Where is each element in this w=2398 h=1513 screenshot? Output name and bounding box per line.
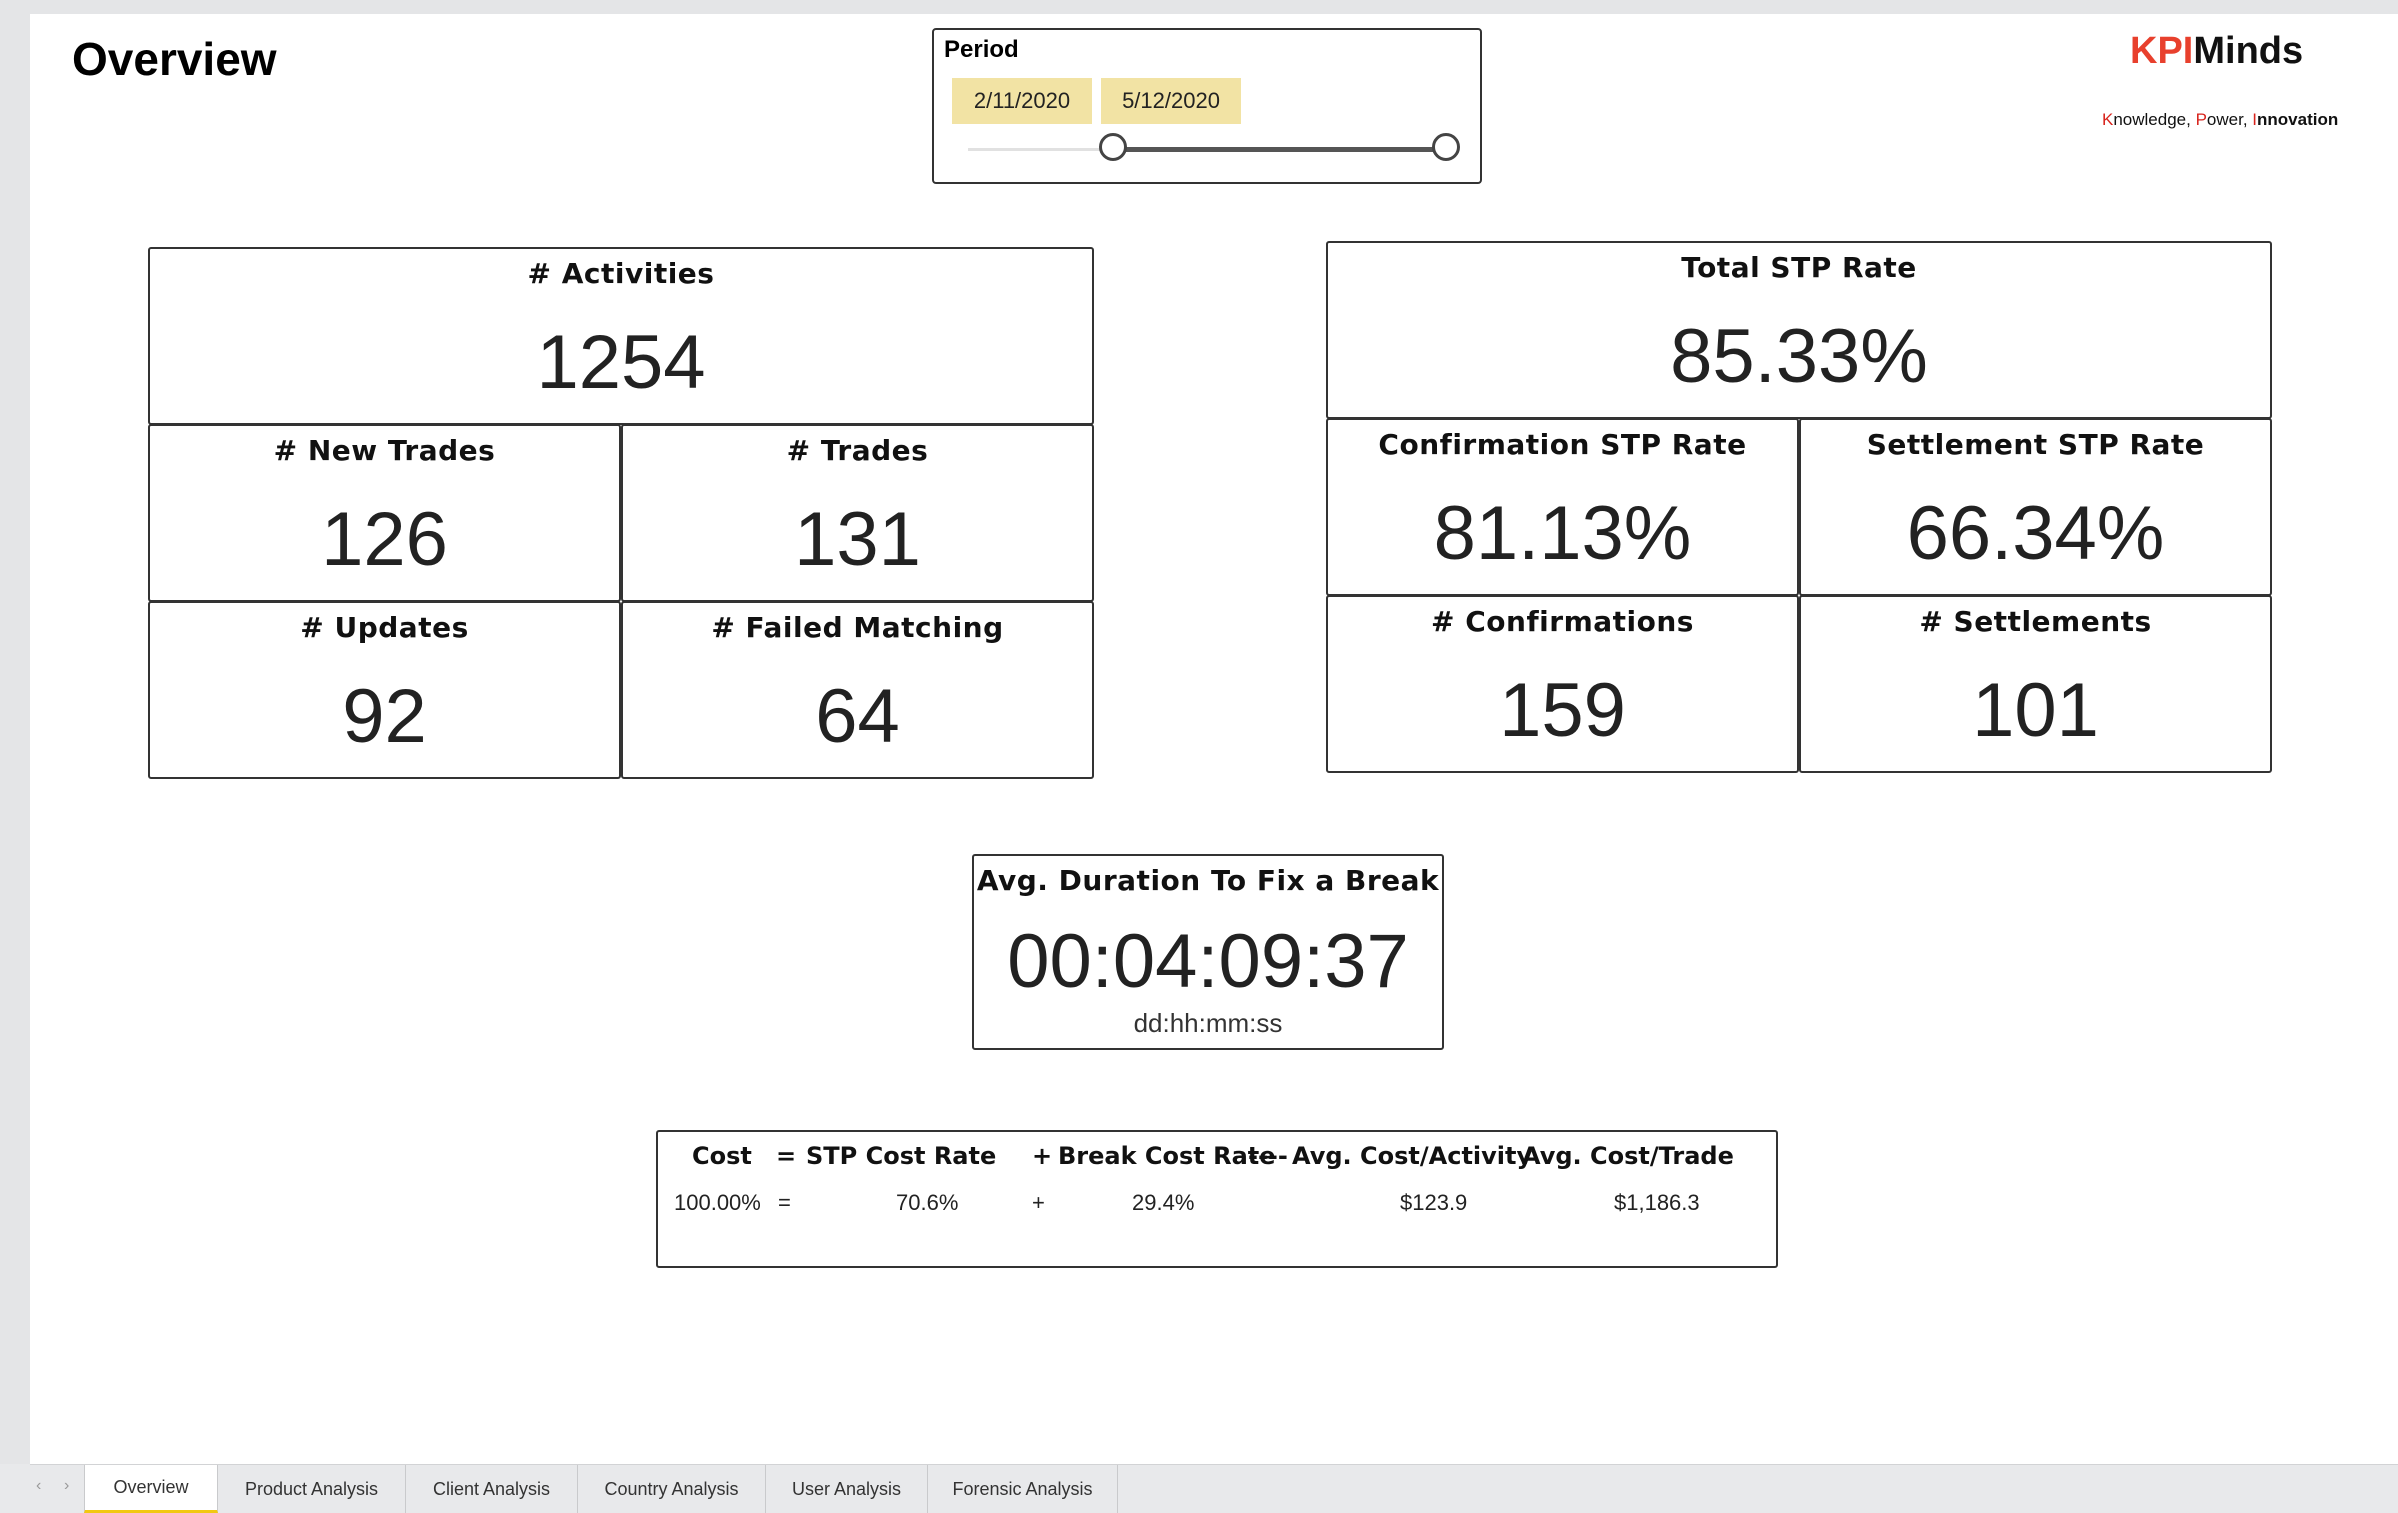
tagline-p: P [2195, 110, 2207, 129]
kpi-card-failed-matching[interactable]: # Failed Matching 64 [621, 601, 1094, 779]
tab-forensic-analysis[interactable]: Forensic Analysis [928, 1465, 1118, 1513]
kpi-card-confirmations[interactable]: # Confirmations 159 [1326, 595, 1799, 773]
plus-value: + [1032, 1190, 1045, 1215]
stp-cost-rate-header: STP Cost Rate [806, 1142, 997, 1170]
cost-value: 100.00% [674, 1190, 761, 1215]
kpi-title: Total STP Rate [1681, 251, 1917, 284]
kpi-value: 101 [1972, 668, 2099, 753]
kpi-title: # Confirmations [1431, 605, 1694, 638]
slider-track[interactable] [968, 148, 1112, 151]
tagline-k: K [2102, 110, 2114, 129]
kpi-title: # Trades [786, 434, 929, 467]
kpi-value: 126 [321, 497, 448, 582]
kpi-value: 131 [794, 497, 921, 582]
avg-cost-trade-value: $1,186.3 [1614, 1190, 1700, 1215]
brand-tagline: Knowledge, Power, Innovation [2102, 110, 2338, 130]
window-top-strip [0, 0, 2398, 14]
period-label: Period [944, 36, 1019, 63]
period-end-input[interactable]: 5/12/2020 [1101, 78, 1241, 124]
kpi-unit: dd:hh:mm:ss [1133, 1008, 1283, 1038]
avg-cost-trade-header: Avg. Cost/Trade [1522, 1142, 1734, 1170]
kpi-value: 66.34% [1906, 491, 2165, 576]
kpi-value: 81.13% [1433, 491, 1692, 576]
period-start-input[interactable]: 2/11/2020 [952, 78, 1092, 124]
cost-table: Cost = STP Cost Rate + Break Cost Rate -… [656, 1130, 1778, 1268]
kpi-value: 00:04:09:37 [1007, 919, 1409, 1004]
kpi-card-settlements[interactable]: # Settlements 101 [1799, 595, 2272, 773]
slider-start-handle[interactable] [1099, 133, 1127, 161]
page-title: Overview [72, 33, 277, 85]
slider-selected-range [1112, 147, 1446, 152]
kpi-title: # Settlements [1919, 605, 2152, 638]
kpi-title: # Activities [527, 257, 715, 290]
chevron-left-icon[interactable]: ‹ [36, 1477, 41, 1495]
kpi-value: 64 [815, 674, 900, 759]
tagline-nowledge: nowledge, [2113, 110, 2196, 129]
kpi-card-avg-duration[interactable]: Avg. Duration To Fix a Break 00:04:09:37… [972, 854, 1444, 1050]
kpi-card-confirmation-stp-rate[interactable]: Confirmation STP Rate 81.13% [1326, 418, 1799, 596]
avg-cost-activity-value: $123.9 [1400, 1190, 1468, 1215]
kpi-card-updates[interactable]: # Updates 92 [148, 601, 621, 779]
kpi-value: 159 [1499, 668, 1626, 753]
break-cost-rate-value: 29.4% [1132, 1190, 1195, 1215]
brand-minds: Minds [2193, 30, 2304, 72]
plus-header: + [1032, 1142, 1053, 1170]
kpi-value: 85.33% [1670, 314, 1928, 399]
kpi-title: # Failed Matching [711, 611, 1004, 644]
kpi-title: # New Trades [273, 434, 496, 467]
tab-country-analysis[interactable]: Country Analysis [578, 1465, 766, 1513]
brand-logo: KPIMinds [2130, 30, 2303, 73]
kpi-value: 1254 [536, 320, 706, 405]
equals-header: = [776, 1142, 797, 1170]
kpi-card-settlement-stp-rate[interactable]: Settlement STP Rate 66.34% [1799, 418, 2272, 596]
cost-header: Cost [692, 1142, 752, 1170]
kpi-card-activities[interactable]: # Activities 1254 [148, 247, 1094, 425]
tab-user-analysis[interactable]: User Analysis [766, 1465, 928, 1513]
avg-cost-activity-header: Avg. Cost/Activity [1292, 1142, 1533, 1170]
chevron-right-icon[interactable]: › [64, 1477, 69, 1495]
kpi-card-new-trades[interactable]: # New Trades 126 [148, 424, 621, 602]
tab-overview[interactable]: Overview [84, 1465, 218, 1513]
stp-cost-rate-value: 70.6% [896, 1190, 959, 1215]
kpi-title: Confirmation STP Rate [1378, 428, 1747, 461]
page-tab-bar: ‹ › Overview Product Analysis Client Ana… [30, 1464, 2398, 1513]
window-left-strip [0, 0, 30, 1464]
separator-header: ---- [1248, 1142, 1288, 1170]
kpi-value: 92 [342, 674, 427, 759]
period-slicer: Period 2/11/2020 5/12/2020 [932, 28, 1482, 184]
tagline-ower: ower, [2206, 110, 2253, 129]
kpi-card-total-stp-rate[interactable]: Total STP Rate 85.33% [1326, 241, 2272, 419]
tab-product-analysis[interactable]: Product Analysis [218, 1465, 406, 1513]
equals-value: = [778, 1190, 791, 1215]
brand-kpi: KPI [2130, 30, 2194, 72]
kpi-title: Avg. Duration To Fix a Break [976, 864, 1440, 897]
slider-end-handle[interactable] [1432, 133, 1460, 161]
break-cost-rate-header: Break Cost Rate [1058, 1142, 1276, 1170]
kpi-title: Settlement STP Rate [1866, 428, 2205, 461]
kpi-card-trades[interactable]: # Trades 131 [621, 424, 1094, 602]
report-canvas: Overview Period 2/11/2020 5/12/2020 KPIM… [30, 14, 2398, 1464]
kpi-title: # Updates [300, 611, 469, 644]
tagline-nnovation: nnovation [2257, 110, 2339, 129]
tab-client-analysis[interactable]: Client Analysis [406, 1465, 578, 1513]
